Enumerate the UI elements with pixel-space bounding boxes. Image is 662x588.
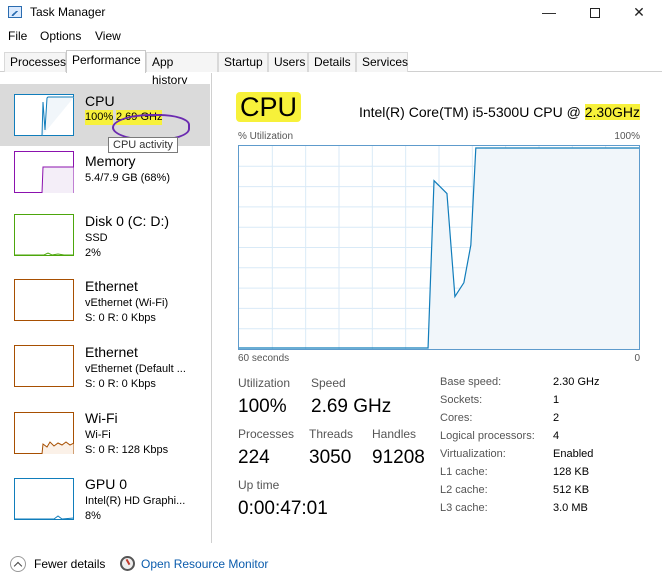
utilization-label: Utilization [238, 376, 291, 390]
cpu-model-prefix: Intel(R) Core(TM) i5-5300U CPU @ [358, 104, 585, 120]
gpu-thumbnail-graph [14, 478, 74, 520]
tab-performance[interactable]: Performance [66, 50, 146, 73]
spec-value: 512 KB [553, 484, 590, 496]
sidebar-item-ethernet-wifi[interactable]: Ethernet vEthernet (Wi-Fi) S: 0 R: 0 Kbp… [0, 278, 210, 340]
cpu-model-name: Intel(R) Core(TM) i5-5300U CPU @ 2.30GHz [359, 104, 640, 120]
spec-label: L1 cache: [440, 466, 488, 478]
graph-x-end: 0 [634, 353, 640, 364]
menu-view[interactable]: View [95, 29, 121, 43]
tab-app-history[interactable]: App history [146, 52, 218, 87]
spec-value: 3.0 MB [553, 502, 588, 514]
footer: Fewer details Open Resource Monitor [0, 548, 662, 588]
sidebar-item-ethernet-default[interactable]: Ethernet vEthernet (Default ... S: 0 R: … [0, 344, 210, 406]
maximize-icon [590, 8, 600, 19]
menu-file[interactable]: File [8, 29, 27, 43]
spec-value: 2 [553, 412, 560, 424]
processes-value: 224 [238, 447, 270, 468]
tab-startup[interactable]: Startup [218, 52, 268, 72]
graph-x-label: 60 seconds [238, 353, 290, 364]
tab-processes[interactable]: Processes [4, 52, 66, 72]
wifi-thumbnail-graph [14, 412, 74, 454]
sidebar-item-cpu[interactable]: CPU 100% 2.69 GHz [0, 84, 210, 146]
spec-value: 2.30 GHz [553, 376, 600, 388]
sidebar-ethernet-default-adapter: vEthernet (Default ... [85, 363, 186, 375]
open-resource-monitor-link[interactable]: Open Resource Monitor [141, 557, 268, 571]
spec-label: Logical processors: [440, 430, 535, 442]
disk-thumbnail-graph [14, 214, 74, 256]
uptime-value: 0:00:47:01 [238, 498, 328, 519]
spec-label: Base speed: [440, 376, 502, 388]
handles-value: 91208 [372, 447, 425, 468]
spec-value: 128 KB [553, 466, 590, 478]
maximize-button[interactable] [572, 0, 618, 26]
sidebar-wifi-throughput: S: 0 R: 128 Kbps [85, 444, 169, 456]
sidebar-ethernet-title: Ethernet [85, 278, 138, 294]
page-title: CPU [236, 92, 302, 122]
sidebar-disk-title: Disk 0 (C: D:) [85, 213, 169, 229]
threads-label: Threads [309, 427, 354, 441]
sidebar-memory-usage: 5.4/7.9 GB (68%) [85, 172, 170, 184]
sidebar-cpu-utilization: 100% [85, 110, 114, 125]
spec-value: Enabled [553, 448, 594, 460]
sidebar-cpu-title: CPU [85, 93, 115, 109]
menu-options[interactable]: Options [40, 29, 81, 43]
sidebar-ethernet-default-title: Ethernet [85, 344, 138, 360]
fewer-details-link[interactable]: Fewer details [34, 557, 105, 571]
speed-value: 2.69 GHz [311, 396, 392, 417]
cpu-utilization-graph [238, 145, 640, 350]
memory-thumbnail-graph [14, 151, 74, 193]
spec-label: Virtualization: [440, 448, 506, 460]
sidebar-ethernet-default-throughput: S: 0 R: 0 Kbps [85, 378, 156, 390]
tab-bar: Processes Performance App history Startu… [0, 50, 662, 87]
sidebar-item-memory[interactable]: Memory 5.4/7.9 GB (68%) [0, 151, 210, 213]
sidebar-wifi-adapter: Wi-Fi [85, 429, 111, 441]
spec-label: Sockets: [440, 394, 483, 406]
spec-value: 4 [553, 430, 560, 442]
cpu-activity-tooltip: CPU activity [108, 137, 178, 153]
utilization-value: 100% [238, 396, 287, 417]
cpu-model-speed: 2.30GHz [584, 104, 640, 120]
spec-label: L3 cache: [440, 502, 488, 514]
close-button[interactable]: ✕ [616, 0, 662, 26]
sidebar-ethernet-adapter: vEthernet (Wi-Fi) [85, 297, 169, 309]
handles-label: Handles [372, 427, 417, 441]
sidebar-gpu-title: GPU 0 [85, 476, 128, 492]
graph-y-max: 100% [614, 131, 640, 142]
processes-label: Processes [238, 427, 295, 441]
sidebar-item-disk[interactable]: Disk 0 (C: D:) SSD 2% [0, 212, 210, 274]
tab-services[interactable]: Services [356, 52, 408, 72]
sidebar-disk-active: 2% [85, 247, 101, 259]
speed-label: Speed [311, 376, 346, 390]
sidebar-ethernet-throughput: S: 0 R: 0 Kbps [85, 312, 156, 324]
sidebar-item-gpu[interactable]: GPU 0 Intel(R) HD Graphi... 8% [0, 475, 210, 537]
resource-sidebar: CPU 100% 2.69 GHz Memory 5.4/7.9 GB (68%… [0, 73, 212, 543]
sidebar-disk-type: SSD [85, 232, 108, 244]
uptime-label: Up time [238, 478, 280, 492]
task-manager-icon [8, 6, 22, 18]
spec-label: Cores: [440, 412, 473, 424]
ethernet-default-thumbnail-graph [14, 345, 74, 387]
sidebar-gpu-adapter: Intel(R) HD Graphi... [85, 495, 186, 507]
cpu-thumbnail-graph [14, 94, 74, 136]
tab-details[interactable]: Details [308, 52, 356, 72]
sidebar-gpu-utilization: 8% [85, 510, 101, 522]
threads-value: 3050 [309, 447, 352, 468]
sidebar-wifi-title: Wi-Fi [85, 410, 118, 426]
ethernet-thumbnail-graph [14, 279, 74, 321]
minimize-button[interactable]: — [526, 0, 572, 26]
spec-value: 1 [553, 394, 560, 406]
window-title: Task Manager [30, 5, 106, 19]
sidebar-item-wifi[interactable]: Wi-Fi Wi-Fi S: 0 R: 128 Kbps [0, 409, 210, 471]
chevron-up-icon[interactable] [10, 556, 26, 572]
spec-label: L2 cache: [440, 484, 488, 496]
sidebar-memory-title: Memory [85, 153, 136, 169]
tab-users[interactable]: Users [268, 52, 308, 72]
graph-y-label: % Utilization [238, 131, 294, 142]
resource-monitor-icon [120, 556, 135, 571]
title-bar: Task Manager — ✕ [0, 0, 662, 26]
menu-bar: File Options View [0, 27, 662, 45]
